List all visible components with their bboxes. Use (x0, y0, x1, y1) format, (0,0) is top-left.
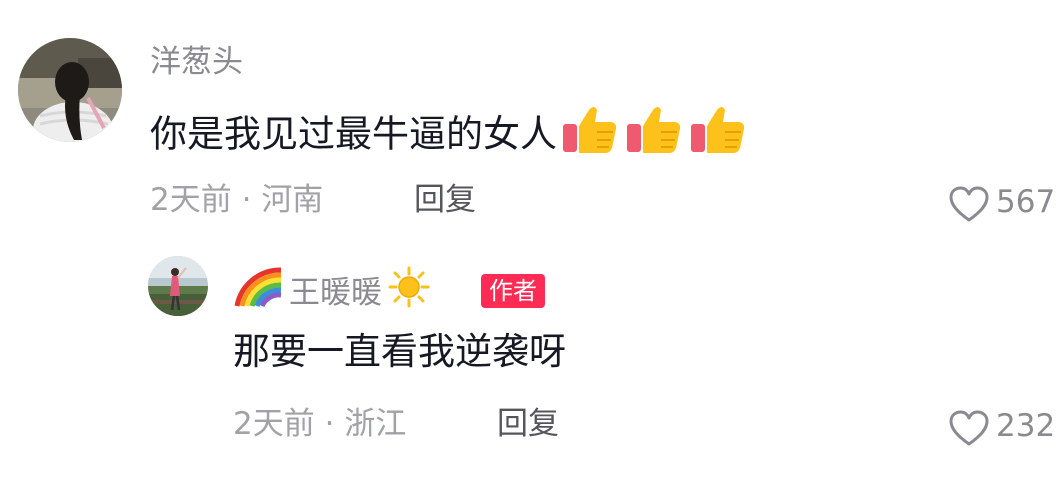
meta-separator: · (324, 406, 335, 442)
heart-icon (949, 410, 989, 445)
reply-text: 那要一直看我逆袭呀 (233, 330, 566, 373)
comment-username[interactable]: 洋葱头 (150, 42, 243, 82)
reply-time: 2天前 (233, 406, 315, 442)
meta-separator: · (241, 182, 252, 218)
comment-item: 洋葱头 你是我见过最牛逼的女人 2天前 · 河南 回复 567 (0, 0, 1060, 240)
avatar[interactable] (18, 38, 122, 142)
reply-username-text: 王暖暖 (289, 274, 382, 311)
reply-meta: 2天前 · 浙江 (233, 404, 406, 444)
thumbs-up-icon (689, 104, 747, 168)
thumbs-up-icon (625, 104, 683, 168)
like-count: 232 (996, 408, 1056, 444)
thumbs-up-icon (561, 104, 619, 168)
reply-button[interactable]: 回复 (497, 404, 559, 444)
like-button[interactable]: 567 (948, 182, 1055, 227)
comment-time: 2天前 (150, 182, 232, 218)
like-button[interactable]: 232 (948, 406, 1055, 451)
reply-username[interactable]: 王暖暖 (233, 266, 430, 320)
reply-button[interactable]: 回复 (414, 180, 476, 220)
comment-location: 河南 (261, 182, 324, 218)
author-badge: 作者 (481, 274, 545, 308)
comment-meta: 2天前 · 河南 (150, 180, 323, 220)
like-count: 567 (996, 184, 1056, 220)
sun-icon (388, 266, 430, 318)
comment-text: 你是我见过最牛逼的女人 (150, 104, 747, 168)
reply-location: 浙江 (344, 406, 407, 442)
rainbow-icon (233, 266, 285, 318)
reply-item: 王暖暖 作者 那要一直看我逆袭呀 2天前 · 浙江 回复 232 (0, 240, 1060, 478)
heart-icon (949, 186, 989, 221)
avatar[interactable] (148, 256, 208, 316)
comment-text-body: 你是我见过最牛逼的女人 (150, 112, 557, 156)
